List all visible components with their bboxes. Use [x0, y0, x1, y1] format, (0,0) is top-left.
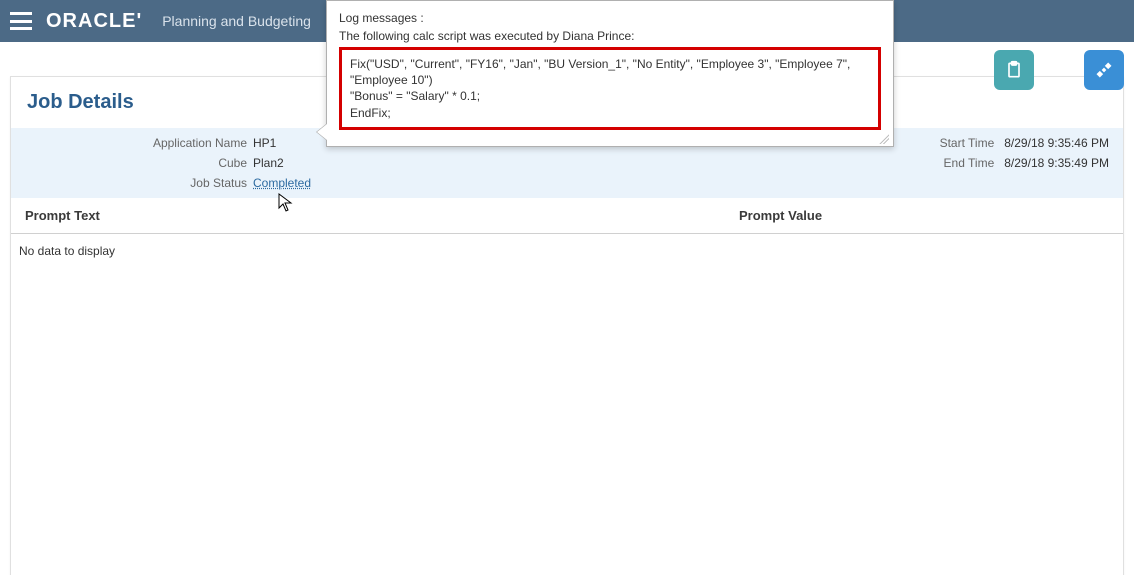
end-time-value: 8/29/18 9:35:49 PM	[1004, 156, 1109, 170]
resize-grip-icon[interactable]	[877, 132, 889, 144]
clipboard-icon[interactable]	[994, 50, 1034, 90]
col-prompt-value: Prompt Value	[739, 208, 1115, 223]
start-time-value: 8/29/18 9:35:46 PM	[1004, 136, 1109, 150]
log-tooltip: Log messages : The following calc script…	[326, 0, 894, 147]
no-data-message: No data to display	[11, 234, 1123, 268]
log-header-1: Log messages :	[339, 11, 881, 25]
log-header-2: The following calc script was executed b…	[339, 29, 881, 43]
oracle-logo: ORACLE'	[46, 10, 142, 33]
table-header: Prompt Text Prompt Value	[11, 198, 1123, 234]
time-block: Start Time 8/29/18 9:35:46 PM End Time 8…	[940, 136, 1109, 170]
hamburger-icon[interactable]	[10, 12, 32, 30]
start-time-label: Start Time	[940, 136, 995, 150]
job-status-link[interactable]: Completed	[253, 176, 311, 190]
calc-script-box: Fix("USD", "Current", "FY16", "Jan", "BU…	[339, 47, 881, 130]
job-status-label: Job Status	[27, 176, 247, 190]
col-prompt-text: Prompt Text	[19, 208, 739, 223]
app-name-label: Application Name	[27, 136, 247, 150]
tools-icon[interactable]	[1084, 50, 1124, 90]
cube-label: Cube	[27, 156, 247, 170]
header-tiles	[994, 50, 1124, 90]
app-title: Planning and Budgeting	[162, 13, 311, 29]
tooltip-arrow-icon	[317, 124, 327, 140]
job-details-card: Job Details Application Name HP1 Cube Pl…	[10, 76, 1124, 575]
end-time-label: End Time	[940, 156, 995, 170]
